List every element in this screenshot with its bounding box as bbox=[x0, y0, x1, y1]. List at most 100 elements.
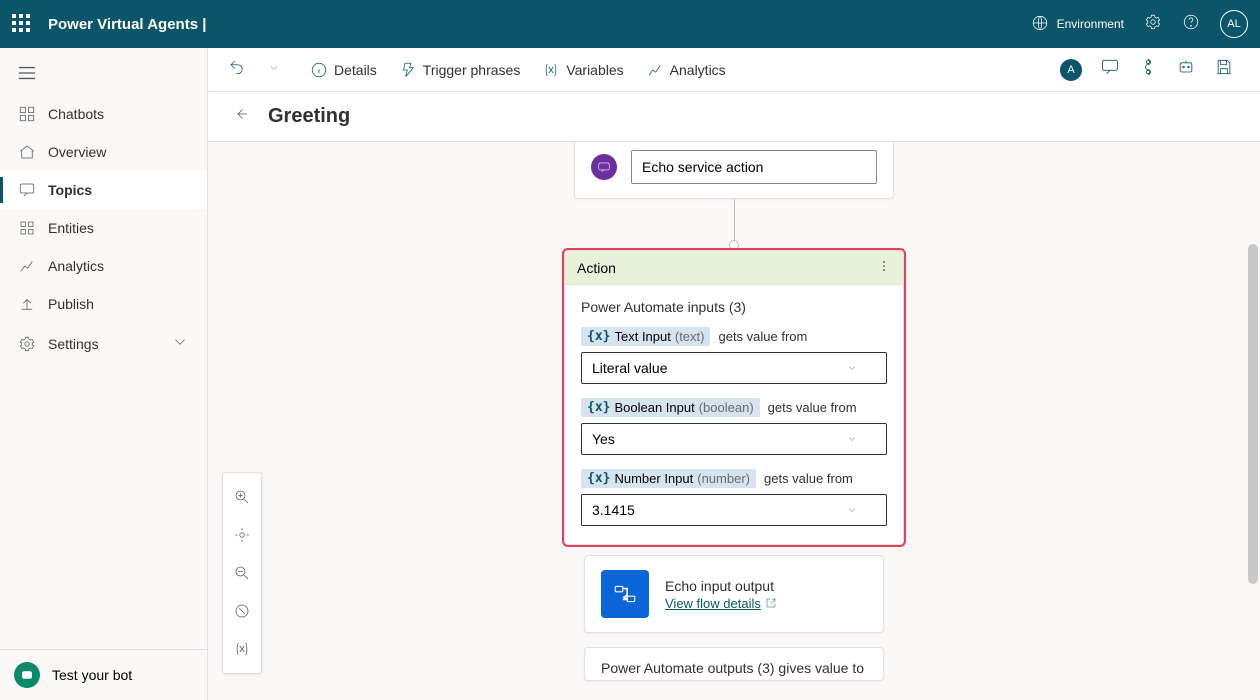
trigger-icon bbox=[399, 61, 417, 79]
sidebar-item-chatbots[interactable]: Chatbots bbox=[0, 95, 207, 133]
variable-braces-icon: {x} bbox=[587, 329, 610, 344]
sidebar-item-label: Chatbots bbox=[48, 106, 104, 122]
action-node[interactable]: Action Power Automate inputs (3) {x} bbox=[564, 250, 904, 545]
variable-chip[interactable]: {x} Boolean Input (boolean) bbox=[581, 398, 760, 417]
help-icon[interactable] bbox=[1182, 13, 1200, 36]
topic-checker-icon[interactable] bbox=[1138, 57, 1158, 82]
chat-icon bbox=[18, 181, 36, 199]
power-automate-icon bbox=[601, 570, 649, 618]
tab-trigger-phrases[interactable]: Trigger phrases bbox=[391, 57, 529, 83]
home-icon bbox=[18, 143, 36, 161]
collapse-sidebar-button[interactable] bbox=[0, 56, 207, 95]
trigger-phrase-input[interactable]: Echo service action bbox=[631, 150, 877, 184]
chart-icon bbox=[646, 61, 664, 79]
sidebar-item-topics[interactable]: Topics bbox=[0, 171, 207, 209]
value-select-text[interactable]: Literal value bbox=[581, 352, 887, 384]
chat-test-icon[interactable] bbox=[1100, 57, 1120, 82]
chevron-down-icon bbox=[171, 333, 189, 354]
action-title: Action bbox=[577, 260, 616, 276]
sidebar-item-settings[interactable]: Settings bbox=[0, 323, 207, 364]
back-button[interactable] bbox=[232, 105, 250, 128]
sidebar-item-overview[interactable]: Overview bbox=[0, 133, 207, 171]
undo-button[interactable] bbox=[228, 58, 246, 81]
left-sidebar: Chatbots Overview Topics Entities Analyt… bbox=[0, 48, 208, 700]
tab-label: Trigger phrases bbox=[423, 62, 521, 78]
outputs-node[interactable]: Power Automate outputs (3) gives value t… bbox=[584, 647, 884, 681]
undo-dropdown[interactable] bbox=[268, 61, 280, 79]
action-input-row: {x} Number Input (number) gets value fro… bbox=[581, 469, 887, 526]
chevron-down-icon bbox=[846, 362, 858, 374]
sidebar-item-label: Settings bbox=[48, 336, 99, 352]
app-bar: Power Virtual Agents | Environment AL bbox=[0, 0, 1260, 48]
sidebar-item-label: Publish bbox=[48, 296, 94, 312]
trigger-node[interactable]: Echo service action bbox=[574, 142, 894, 199]
action-node-header: Action bbox=[565, 251, 903, 285]
variable-icon bbox=[542, 61, 560, 79]
variable-braces-icon: {x} bbox=[587, 471, 610, 486]
variable-chip[interactable]: {x} Text Input (text) bbox=[581, 327, 710, 346]
bot-icon bbox=[14, 662, 40, 688]
sidebar-item-entities[interactable]: Entities bbox=[0, 209, 207, 247]
tab-variables[interactable]: Variables bbox=[534, 57, 631, 83]
entities-icon bbox=[18, 219, 36, 237]
environment-label: Environment bbox=[1057, 17, 1124, 31]
test-bot-label: Test your bot bbox=[52, 667, 132, 683]
tab-label: Details bbox=[334, 62, 377, 78]
fit-to-screen-button[interactable] bbox=[226, 517, 258, 553]
publish-icon bbox=[18, 295, 36, 313]
author-avatar-pill[interactable]: A bbox=[1060, 59, 1082, 81]
save-icon[interactable] bbox=[1214, 57, 1234, 82]
tab-details[interactable]: Details bbox=[302, 57, 385, 83]
connector-join[interactable] bbox=[729, 240, 739, 250]
globe-icon bbox=[1031, 14, 1049, 35]
flow-reference-node[interactable]: Echo input output View flow details bbox=[584, 555, 884, 633]
variable-braces-icon: {x} bbox=[587, 400, 610, 415]
action-input-row: {x} Text Input (text) gets value from Li… bbox=[581, 327, 887, 384]
variables-panel-button[interactable] bbox=[226, 631, 258, 667]
user-avatar[interactable]: AL bbox=[1220, 10, 1248, 38]
sidebar-item-label: Topics bbox=[48, 182, 92, 198]
editor-toolbar: Details Trigger phrases Variables Analyt… bbox=[208, 48, 1260, 92]
tab-label: Analytics bbox=[670, 62, 726, 78]
vertical-scrollbar[interactable] bbox=[1248, 144, 1258, 698]
message-icon bbox=[591, 154, 617, 180]
action-subtitle: Power Automate inputs (3) bbox=[581, 299, 887, 315]
grid-icon bbox=[18, 105, 36, 123]
authoring-canvas[interactable]: Echo service action Action Power Automat… bbox=[208, 142, 1260, 700]
flow-title: Echo input output bbox=[665, 578, 777, 594]
value-select-number[interactable]: 3.1415 bbox=[581, 494, 887, 526]
external-link-icon bbox=[765, 597, 777, 609]
value-select-boolean[interactable]: Yes bbox=[581, 423, 887, 455]
gets-label: gets value from bbox=[764, 471, 853, 486]
app-launcher-icon[interactable] bbox=[12, 14, 32, 34]
outputs-text: Power Automate outputs (3) gives value t… bbox=[601, 660, 867, 676]
sidebar-item-label: Analytics bbox=[48, 258, 104, 274]
zoom-in-button[interactable] bbox=[226, 479, 258, 515]
sidebar-item-publish[interactable]: Publish bbox=[0, 285, 207, 323]
action-input-row: {x} Boolean Input (boolean) gets value f… bbox=[581, 398, 887, 455]
page-title: Greeting bbox=[268, 105, 350, 128]
variable-chip[interactable]: {x} Number Input (number) bbox=[581, 469, 756, 488]
sidebar-item-label: Overview bbox=[48, 144, 106, 160]
chevron-down-icon bbox=[846, 504, 858, 516]
zoom-out-button[interactable] bbox=[226, 555, 258, 591]
tab-analytics[interactable]: Analytics bbox=[638, 57, 734, 83]
sidebar-item-label: Entities bbox=[48, 220, 94, 236]
gets-label: gets value from bbox=[768, 400, 857, 415]
page-header: Greeting bbox=[208, 92, 1260, 142]
bot-icon[interactable] bbox=[1176, 57, 1196, 82]
environment-picker[interactable]: Environment bbox=[1031, 14, 1124, 35]
test-your-bot-button[interactable]: Test your bot bbox=[0, 649, 207, 700]
view-flow-details-link[interactable]: View flow details bbox=[665, 596, 777, 611]
gets-label: gets value from bbox=[718, 329, 807, 344]
chevron-down-icon bbox=[846, 433, 858, 445]
minimap-button[interactable] bbox=[226, 593, 258, 629]
info-icon bbox=[310, 61, 328, 79]
more-options-icon[interactable] bbox=[877, 259, 891, 276]
app-title: Power Virtual Agents | bbox=[48, 16, 206, 33]
zoom-toolbar bbox=[222, 472, 262, 674]
main-area: Details Trigger phrases Variables Analyt… bbox=[208, 48, 1260, 700]
sidebar-item-analytics[interactable]: Analytics bbox=[0, 247, 207, 285]
settings-gear-icon[interactable] bbox=[1144, 13, 1162, 36]
tab-label: Variables bbox=[566, 62, 623, 78]
